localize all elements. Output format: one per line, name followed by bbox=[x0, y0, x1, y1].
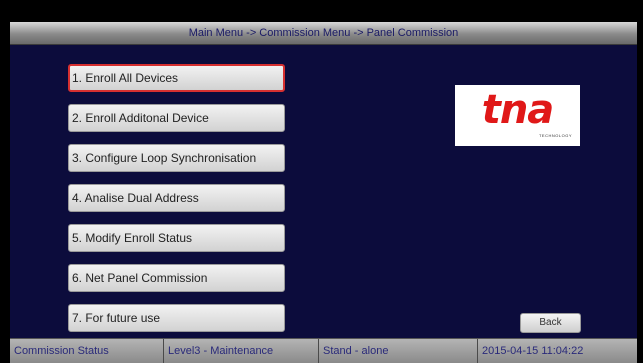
logo-brand: tna bbox=[481, 87, 555, 133]
tna-logo: tna TECHNOLOGY bbox=[455, 85, 580, 146]
menu-item-enroll-additional-device[interactable]: 2. Enroll Additonal Device bbox=[68, 104, 285, 132]
back-button[interactable]: Back bbox=[520, 313, 581, 333]
menu-item-analise-dual-address[interactable]: 4. Analise Dual Address bbox=[68, 184, 285, 212]
menu-item-enroll-all-devices[interactable]: 1. Enroll All Devices bbox=[68, 64, 285, 92]
status-bar: Commission Status Level3 - Maintenance S… bbox=[10, 338, 637, 363]
datetime: 2015-04-15 11:04:22 bbox=[482, 345, 584, 357]
breadcrumb: Main Menu -> Commission Menu -> Panel Co… bbox=[10, 22, 637, 45]
panel-mode: Stand - alone bbox=[319, 339, 478, 363]
menu-item-modify-enroll-status[interactable]: 5. Modify Enroll Status bbox=[68, 224, 285, 252]
menu-item-for-future-use[interactable]: 7. For future use bbox=[68, 304, 285, 332]
panel-screen: Main Menu -> Commission Menu -> Panel Co… bbox=[10, 22, 637, 363]
logo-tagline: TECHNOLOGY bbox=[538, 133, 572, 138]
access-level: Level3 - Maintenance bbox=[164, 339, 319, 363]
menu-item-configure-loop-synchronisation[interactable]: 3. Configure Loop Synchronisation bbox=[68, 144, 285, 172]
menu-item-net-panel-commission[interactable]: 6. Net Panel Commission bbox=[68, 264, 285, 292]
commission-status: Commission Status bbox=[10, 339, 164, 363]
